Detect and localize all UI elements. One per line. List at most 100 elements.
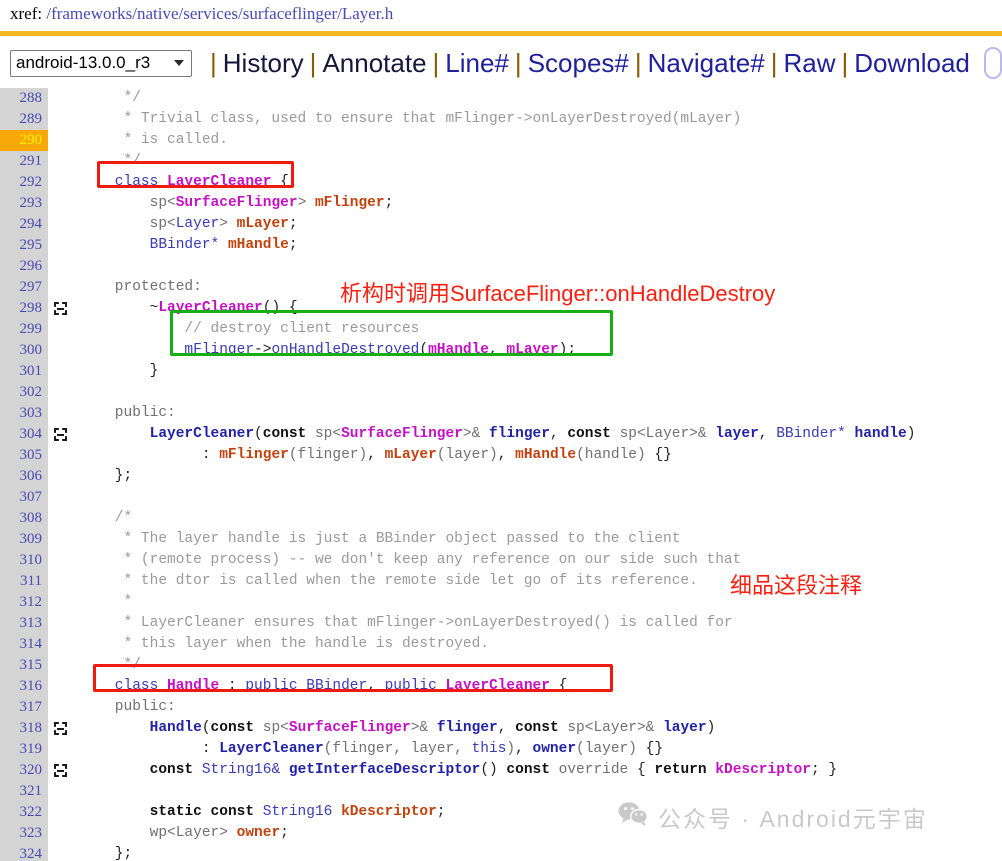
code-line: 292 class LayerCleaner { (0, 172, 1002, 193)
code-line: 317 public: (0, 697, 1002, 718)
code-line: 305 : mFlinger(flinger), mLayer(layer), … (0, 445, 1002, 466)
code-line: 300 mFlinger->onHandleDestroyed(mHandle,… (0, 340, 1002, 361)
code-line: 309 * The layer handle is just a BBinder… (0, 529, 1002, 550)
code-line-text: static const String16 kDescriptor; (149, 804, 446, 820)
line-number[interactable]: 314 (0, 634, 48, 655)
code-line-text: * (remote process) -- we don't keep any … (80, 552, 742, 568)
fold-toggle-icon[interactable] (54, 428, 67, 441)
nav-link-line[interactable]: Line# (445, 48, 509, 79)
line-number[interactable]: 304 (0, 424, 48, 445)
code-line-text: : LayerCleaner(flinger, layer, this), ow… (80, 741, 664, 757)
line-number[interactable]: 293 (0, 193, 48, 214)
xref-path-link[interactable]: /frameworks/native/services/surfacefling… (46, 4, 393, 23)
line-number[interactable]: 299 (0, 319, 48, 340)
line-number[interactable]: 318 (0, 718, 48, 739)
code-line-text: mFlinger->onHandleDestroyed(mHandle, mLa… (184, 342, 577, 358)
code-line: 308 /* (0, 508, 1002, 529)
line-number[interactable]: 317 (0, 697, 48, 718)
code-line: 313 * LayerCleaner ensures that mFlinger… (0, 613, 1002, 634)
code-line-text: // destroy client resources (80, 321, 420, 337)
nav-link-history[interactable]: History (223, 48, 304, 79)
nav-separator: | (210, 47, 217, 78)
code-line-text: }; (80, 468, 133, 484)
nav-separator: | (309, 47, 317, 78)
line-number[interactable]: 289 (0, 109, 48, 130)
code-line-text: * this layer when the handle is destroye… (80, 636, 489, 652)
line-number[interactable]: 298 (0, 298, 48, 319)
line-number[interactable]: 303 (0, 403, 48, 424)
code-line-text: */ (80, 90, 141, 106)
line-number[interactable]: 300 (0, 340, 48, 361)
code-line-text: public: (80, 699, 176, 715)
code-line: 301 } (0, 361, 1002, 382)
line-number[interactable]: 307 (0, 487, 48, 508)
code-line: 294 sp<Layer> mLayer; (0, 214, 1002, 235)
version-select-value: android-13.0.0_r3 (16, 53, 151, 72)
line-number[interactable]: 316 (0, 676, 48, 697)
line-number[interactable]: 302 (0, 382, 48, 403)
line-number[interactable]: 313 (0, 613, 48, 634)
code-line: 299 // destroy client resources (0, 319, 1002, 340)
code-line-text: ~LayerCleaner() { (80, 300, 298, 316)
code-line-text: protected: (80, 279, 202, 295)
line-number[interactable]: 305 (0, 445, 48, 466)
line-number[interactable]: 292 (0, 172, 48, 193)
line-number[interactable]: 319 (0, 739, 48, 760)
fold-toggle-icon[interactable] (54, 302, 67, 315)
watermark: 公众号 · Android元宇宙 (618, 800, 928, 834)
line-number[interactable]: 297 (0, 277, 48, 298)
code-line: 288 */ (0, 88, 1002, 109)
nav-link-download[interactable]: Download (854, 48, 970, 79)
line-number[interactable]: 288 (0, 88, 48, 109)
nav-link-scopes[interactable]: Scopes# (528, 48, 629, 79)
line-number[interactable]: 310 (0, 550, 48, 571)
line-number[interactable]: 301 (0, 361, 48, 382)
line-number[interactable]: 324 (0, 844, 48, 861)
code-line: 320 const String16& getInterfaceDescript… (0, 760, 1002, 781)
code-line: 314 * this layer when the handle is dest… (0, 634, 1002, 655)
line-number[interactable]: 290 (0, 130, 48, 151)
code-line: 291 */ (0, 151, 1002, 172)
chevron-down-icon (174, 60, 184, 66)
nav-link-raw[interactable]: Raw (783, 48, 835, 79)
line-number[interactable]: 320 (0, 760, 48, 781)
line-number[interactable]: 309 (0, 529, 48, 550)
code-line: 304 LayerCleaner(const sp<SurfaceFlinger… (0, 424, 1002, 445)
code-viewport[interactable]: 288 */289 * Trivial class, used to ensur… (0, 88, 1002, 861)
code-line-text: */ (80, 153, 141, 169)
line-number[interactable]: 295 (0, 235, 48, 256)
line-number[interactable]: 291 (0, 151, 48, 172)
line-number[interactable]: 296 (0, 256, 48, 277)
code-line-text: LayerCleaner(const sp<SurfaceFlinger>& f… (149, 426, 916, 442)
line-number[interactable]: 306 (0, 466, 48, 487)
code-line-text: * is called. (80, 132, 228, 148)
line-number[interactable]: 322 (0, 802, 48, 823)
search-input[interactable] (983, 47, 1002, 79)
line-number[interactable]: 308 (0, 508, 48, 529)
code-line-text: class LayerCleaner { (80, 174, 289, 190)
code-listing: 288 */289 * Trivial class, used to ensur… (0, 88, 1002, 861)
line-number[interactable]: 311 (0, 571, 48, 592)
code-line: 290 * is called. (0, 130, 1002, 151)
code-line: 316 class Handle : public BBinder, publi… (0, 676, 1002, 697)
nav-link-annotate[interactable]: Annotate (322, 48, 426, 79)
code-line-text: wp<Layer> owner; (149, 825, 289, 841)
nav-link-navigate[interactable]: Navigate# (648, 48, 765, 79)
nav-links: | History | Annotate | Line# | Scopes# | Navigate… (204, 48, 970, 79)
line-number[interactable]: 294 (0, 214, 48, 235)
line-number[interactable]: 315 (0, 655, 48, 676)
code-line-text: * LayerCleaner ensures that mFlinger->on… (80, 615, 733, 631)
nav-separator: | (432, 47, 440, 78)
fold-toggle-icon[interactable] (54, 764, 67, 777)
code-line: 303 public: (0, 403, 1002, 424)
nav-separator: | (634, 47, 642, 78)
fold-toggle-icon[interactable] (54, 722, 67, 735)
oxygen-xref-code-viewer: xref: /frameworks/native/services/surfac… (0, 0, 1002, 861)
line-number[interactable]: 312 (0, 592, 48, 613)
version-select[interactable]: android-13.0.0_r3 (10, 49, 192, 77)
line-number[interactable]: 321 (0, 781, 48, 802)
code-line-text: sp<SurfaceFlinger> mFlinger; (149, 195, 394, 211)
line-number[interactable]: 323 (0, 823, 48, 844)
accent-divider (0, 31, 1002, 36)
code-line: 306 }; (0, 466, 1002, 487)
